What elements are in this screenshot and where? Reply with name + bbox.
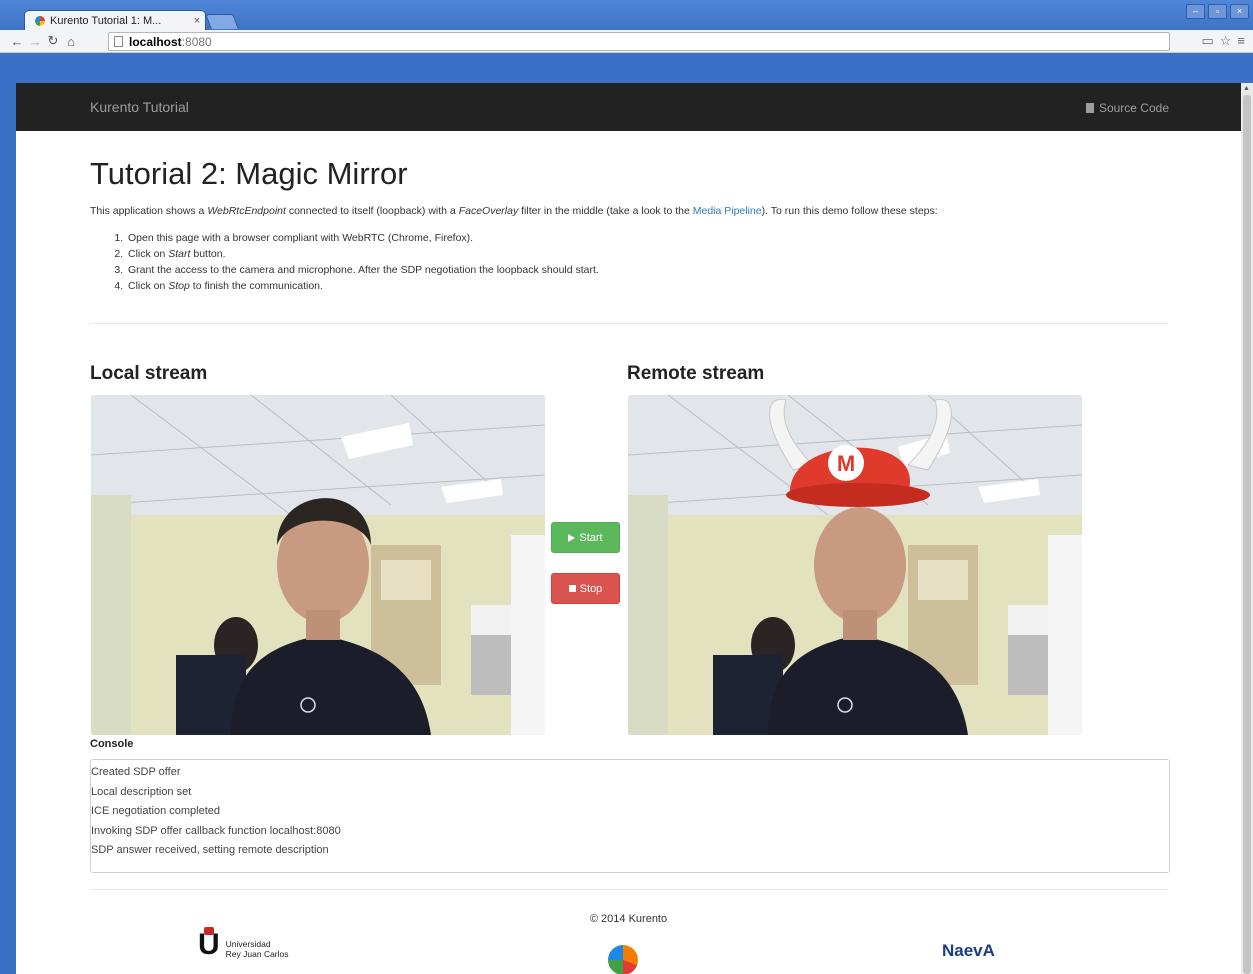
page-icon [114, 36, 123, 47]
kurento-favicon-icon [35, 16, 45, 26]
menu-icon[interactable]: ≡ [1237, 33, 1245, 49]
file-icon [1085, 103, 1094, 113]
console-label: Console [90, 738, 134, 750]
step-1: Open this page with a browser compliant … [126, 230, 599, 246]
stop-button-label: Stop [579, 582, 603, 595]
urjc-line-1: Universidad [225, 939, 271, 949]
console-line: Local description set [91, 785, 192, 798]
step-1-text: Open this page with a browser compliant … [128, 232, 474, 244]
page-scrollbar[interactable]: ▲ [1241, 83, 1253, 974]
local-stream-label: Local stream [90, 363, 208, 384]
stop-button[interactable]: Stop [551, 573, 620, 604]
url-port: :8080 [181, 35, 212, 49]
scroll-up-icon[interactable]: ▲ [1243, 85, 1250, 92]
source-code-link[interactable]: Source Code [1085, 101, 1169, 115]
toolbar-right: ▭ ☆ ≡ [1201, 33, 1245, 49]
urjc-text: Universidad Rey Juan Carlos [226, 939, 289, 959]
window-controls: – ▫ × [1186, 4, 1249, 19]
browser-titlebar: Kurento Tutorial 1: M... × – ▫ × [0, 0, 1253, 31]
minimize-icon[interactable]: – [1186, 4, 1205, 19]
scrollbar-thumb[interactable] [1243, 95, 1251, 974]
urjc-u-mark: U [198, 928, 220, 961]
home-icon[interactable]: ⌂ [62, 34, 80, 49]
footer-divider [90, 889, 1168, 890]
tab-close-icon[interactable]: × [189, 15, 205, 27]
page-title: Tutorial 2: Magic Mirror [90, 156, 408, 191]
svg-text:M: M [837, 451, 855, 476]
stop-icon [568, 585, 576, 592]
source-code-label: Source Code [1098, 101, 1169, 115]
console-line: ICE negotiation completed [91, 805, 221, 817]
browser-tab[interactable]: Kurento Tutorial 1: M... × [24, 10, 206, 31]
copyright: © 2014 Kurento [589, 913, 668, 925]
local-video [91, 395, 545, 735]
intro-text-3: filter in the middle (take a look to the [518, 205, 693, 217]
start-button-label: Start [579, 531, 603, 544]
step-2-emphasis: Start [168, 248, 191, 260]
remote-video: M [628, 395, 1082, 735]
divider [90, 323, 1168, 324]
star-icon[interactable]: ☆ [1220, 33, 1232, 49]
navbar: Kurento Tutorial Source Code [16, 83, 1241, 131]
intro-emphasis-2: FaceOverlay [458, 205, 519, 217]
steps-list: Open this page with a browser compliant … [126, 230, 599, 294]
console-box[interactable]: Created SDP offer Local description set … [90, 759, 1170, 873]
urjc-line-2: Rey Juan Carlos [225, 949, 289, 959]
browser-toolbar: ← → ↻ ⌂ localhost:8080 ▭ ☆ ≡ [0, 30, 1253, 53]
step-2: Click on Start button. [126, 246, 599, 262]
back-icon[interactable]: ← [8, 34, 26, 49]
new-tab-button[interactable] [205, 14, 239, 29]
intro-text-1: This application shows a [90, 205, 208, 217]
reload-icon[interactable]: ↻ [44, 33, 62, 49]
urjc-logo[interactable]: U Universidad Rey Juan Carlos [198, 927, 289, 961]
step-2-text-a: Click on [128, 248, 169, 260]
crown-icon [204, 927, 214, 935]
step-3-text: Grant the access to the camera and micro… [128, 264, 599, 276]
remote-stream-label: Remote stream [627, 363, 765, 384]
kurento-logo-icon[interactable] [608, 945, 638, 974]
intro-paragraph: This application shows a WebRtcEndpoint … [90, 205, 1190, 217]
naeva-text: NaevA [942, 941, 995, 960]
cast-icon[interactable]: ▭ [1201, 33, 1213, 49]
start-button[interactable]: Start [551, 522, 620, 553]
intro-emphasis-1: WebRtcEndpoint [207, 205, 286, 217]
page-viewport: Kurento Tutorial Source Code Tutorial 2:… [16, 83, 1241, 974]
forward-icon[interactable]: → [26, 34, 44, 49]
remote-video-frame: M [628, 395, 1082, 735]
step-2-text-b: button. [190, 248, 226, 260]
tab-title: Kurento Tutorial 1: M... [50, 15, 162, 27]
console-line: Created SDP offer [91, 766, 181, 778]
intro-text-4: ). To run this demo follow these steps: [761, 205, 938, 217]
step-4-emphasis: Stop [168, 280, 190, 292]
maximize-icon[interactable]: ▫ [1208, 4, 1227, 19]
step-4-text-b: to finish the communication. [189, 280, 323, 292]
url-host: localhost [129, 35, 182, 49]
console-line: Invoking SDP offer callback function loc… [91, 824, 341, 837]
close-window-icon[interactable]: × [1230, 4, 1249, 19]
media-pipeline-link[interactable]: Media Pipeline [693, 205, 762, 217]
play-icon [568, 533, 576, 542]
intro-text-2: connected to itself (loopback) with a [285, 205, 459, 217]
address-bar[interactable]: localhost:8080 [108, 32, 1170, 51]
step-4: Click on Stop to finish the communicatio… [126, 278, 599, 294]
console-line: SDP answer received, setting remote desc… [91, 844, 329, 856]
step-3: Grant the access to the camera and micro… [126, 262, 599, 278]
navbar-brand[interactable]: Kurento Tutorial [90, 99, 189, 115]
naeva-logo[interactable]: NaevA [936, 935, 995, 965]
local-video-frame [91, 395, 545, 735]
step-4-text-a: Click on [128, 280, 169, 292]
